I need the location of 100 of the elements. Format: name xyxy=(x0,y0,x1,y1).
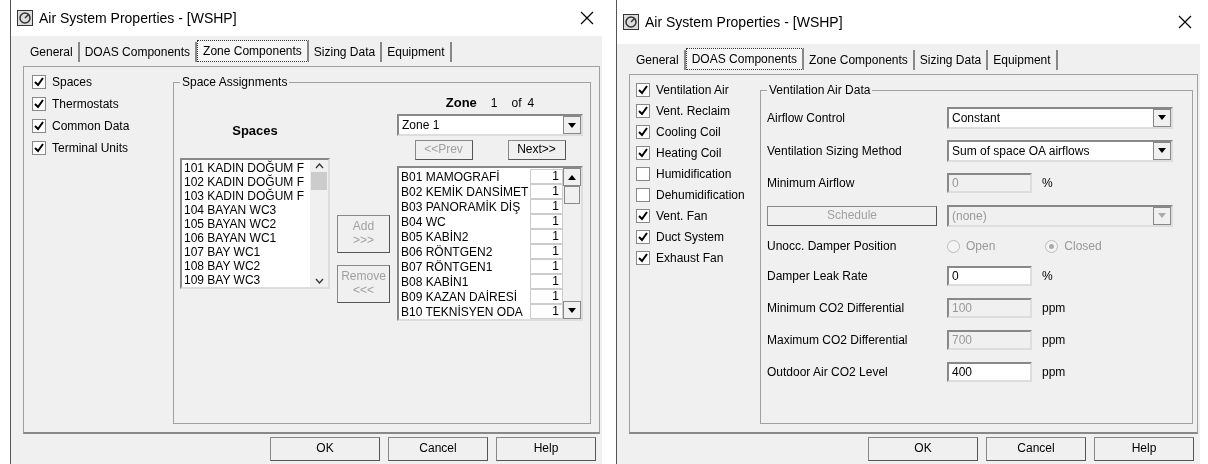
checkbox-label: Spaces xyxy=(52,75,93,89)
checkbox[interactable] xyxy=(636,146,650,160)
checkbox[interactable] xyxy=(636,230,650,244)
list-item[interactable]: 106 BAYAN WC1 xyxy=(182,231,310,245)
zone-total: 4 xyxy=(527,95,535,110)
checkbox-label: Dehumidification xyxy=(656,188,745,202)
count-cell: 1 xyxy=(530,229,563,244)
list-item[interactable]: 104 BAYAN WC3 xyxy=(182,203,310,217)
checkbox[interactable] xyxy=(636,209,650,223)
zone-dropdown[interactable]: Zone 1 xyxy=(397,114,583,136)
check-icon xyxy=(638,148,648,158)
caret-down-icon xyxy=(1158,148,1166,153)
tab[interactable]: Equipment xyxy=(382,42,452,62)
tab[interactable]: DOAS Components xyxy=(685,48,805,70)
next-button[interactable]: Next>> xyxy=(507,140,566,160)
tab[interactable]: General xyxy=(25,42,80,62)
list-item[interactable]: 101 KADIN DOĞUM F xyxy=(182,161,310,175)
dialog-button[interactable]: Cancel xyxy=(388,437,488,461)
checkbox[interactable] xyxy=(32,141,46,155)
caret-down-icon xyxy=(1158,115,1166,120)
checkbox[interactable] xyxy=(32,97,46,111)
check-icon xyxy=(34,143,44,153)
input-field[interactable]: 0 xyxy=(947,266,1032,286)
scroll-thumb[interactable] xyxy=(564,186,580,204)
zone-label: Zone xyxy=(445,95,477,110)
checkbox[interactable] xyxy=(636,104,650,118)
close-icon[interactable] xyxy=(580,11,594,25)
checkbox[interactable] xyxy=(636,251,650,265)
checkbox-label: Cooling Coil xyxy=(656,125,721,139)
checkbox-label: Ventilation Air xyxy=(656,83,729,97)
list-item[interactable]: 105 BAYAN WC2 xyxy=(182,217,310,231)
check-icon xyxy=(34,77,44,87)
window-title: Air System Properties - [WSHP] xyxy=(39,10,238,26)
dialog-button[interactable]: OK xyxy=(270,437,380,461)
list-item[interactable]: 107 BAY WC1 xyxy=(182,245,310,259)
checkbox[interactable] xyxy=(32,75,46,89)
tab[interactable]: Zone Components xyxy=(197,40,309,62)
field-label: Outdoor Air CO2 Level xyxy=(767,365,889,379)
list-heading: Spaces xyxy=(232,123,278,138)
dialog-button[interactable]: Help xyxy=(496,437,596,461)
list-item[interactable]: 109 BAY WC3 xyxy=(182,273,310,287)
group-title: Space Assignments xyxy=(181,75,289,89)
checkbox-label: Duct System xyxy=(656,230,724,244)
tab[interactable]: Sizing Data xyxy=(914,50,989,70)
checkbox[interactable] xyxy=(32,119,46,133)
tab[interactable]: Zone Components xyxy=(804,50,915,70)
list-item[interactable]: 103 KADIN DOĞUM F xyxy=(182,189,310,203)
count-cell: 1 xyxy=(530,214,563,229)
field-label: Minimum Airflow xyxy=(767,176,856,190)
scroll-up-button[interactable] xyxy=(563,168,581,186)
count-cell: 1 xyxy=(530,184,563,199)
unit-label: % xyxy=(1042,269,1053,283)
list-item[interactable]: B02 KEMİK DANSİMET xyxy=(399,184,530,199)
list-item[interactable]: B06 RÖNTGEN2 xyxy=(399,244,530,259)
zone-spaces-list[interactable]: B01 MAMOGRAFİ 1 B02 KEMİK DANSİMET 1 B03 PANORAMİK DİŞ 1 B04 WC 1 B05 KABİN2 1 B06 RÖNTGEN2 1 B07 RÖNTGEN1 1 B08 KABİN1 1 B09 KAZAN DAİRESİ 1 B10 TEKNİSYEN ODA 1 xyxy=(397,166,583,321)
radio-label: Open xyxy=(966,239,996,253)
list-item[interactable]: B09 KAZAN DAİRESİ xyxy=(399,289,530,304)
list-item[interactable]: B08 KABİN1 xyxy=(399,274,530,289)
list-item[interactable]: B01 MAMOGRAFİ xyxy=(399,169,530,184)
list-item[interactable]: B04 WC xyxy=(399,214,530,229)
dropdown[interactable]: Constant xyxy=(947,106,1173,129)
scroll-down-icon[interactable] xyxy=(314,278,324,284)
list-item[interactable]: B10 TEKNİSYEN ODA xyxy=(399,304,530,319)
checkbox[interactable] xyxy=(636,188,650,202)
list-item[interactable]: B05 KABİN2 xyxy=(399,229,530,244)
scroll-down-button[interactable] xyxy=(563,301,581,319)
check-icon xyxy=(638,127,648,137)
scroll-up-icon[interactable] xyxy=(314,163,324,169)
input-field[interactable]: 400 xyxy=(947,362,1032,382)
checkbox[interactable] xyxy=(636,167,650,181)
checkbox-label: Heating Coil xyxy=(656,146,722,160)
spaces-list[interactable]: 101 KADIN DOĞUM F 102 KADIN DOĞUM F 103 KADIN DOĞUM F 104 BAYAN WC3 105 BAYAN WC2 106 BAYAN WC1 107 BAY WC1 108 BAY WC2 109 BAY WC3 xyxy=(180,158,330,289)
tab[interactable]: Sizing Data xyxy=(308,42,383,62)
list-item[interactable]: B07 RÖNTGEN1 xyxy=(399,259,530,274)
field-label: Unocc. Damper Position xyxy=(767,239,898,253)
dialog-button[interactable]: Cancel xyxy=(986,437,1086,461)
caret-down-icon xyxy=(568,307,576,313)
list-item[interactable]: 108 BAY WC2 xyxy=(182,259,310,273)
count-cell: 1 xyxy=(530,304,563,319)
count-cell: 1 xyxy=(530,244,563,259)
tab[interactable]: Equipment xyxy=(988,50,1058,70)
dropdown[interactable]: Sum of space OA airflows xyxy=(947,139,1173,162)
list-item[interactable]: 102 KADIN DOĞUM F xyxy=(182,175,310,189)
check-icon xyxy=(34,99,44,109)
group-title: Ventilation Air Data xyxy=(768,83,872,97)
caret-up-icon xyxy=(568,174,576,180)
checkbox[interactable] xyxy=(636,83,650,97)
checkbox-label: Thermostats xyxy=(52,97,119,111)
close-icon[interactable] xyxy=(1178,15,1192,29)
check-icon xyxy=(638,85,648,95)
zone-of-label: of xyxy=(511,95,522,110)
scroll-thumb[interactable] xyxy=(311,172,327,190)
dialog-button[interactable]: Help xyxy=(1094,437,1194,461)
list-item[interactable]: B03 PANORAMİK DİŞ xyxy=(399,199,530,214)
unit-label: ppm xyxy=(1042,333,1066,347)
count-cell: 1 xyxy=(530,169,563,184)
check-icon xyxy=(638,232,648,242)
checkbox[interactable] xyxy=(636,125,650,139)
dialog-button[interactable]: OK xyxy=(868,437,978,461)
unit-label: % xyxy=(1042,176,1053,190)
